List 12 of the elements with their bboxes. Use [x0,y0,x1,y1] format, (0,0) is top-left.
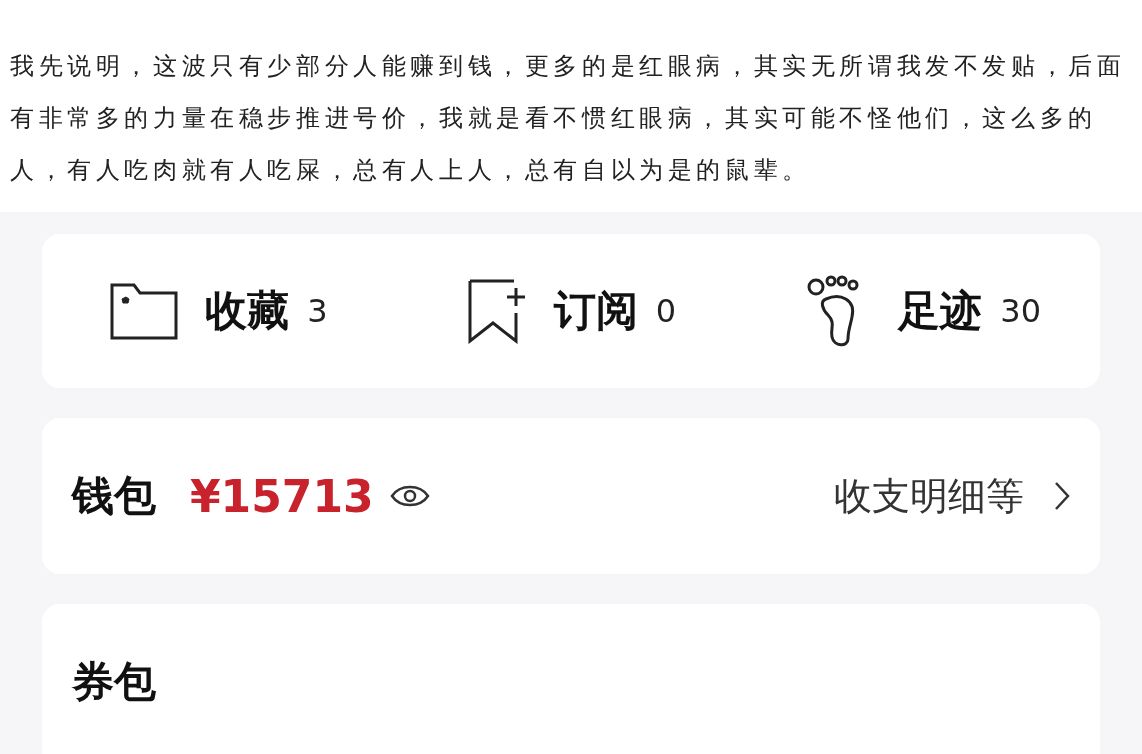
coupons-label: 券包 [72,656,156,708]
shortcut-count: 0 [655,292,677,330]
shortcut-count: 3 [307,292,328,330]
post-text: 我先说明，这波只有少部分人能赚到钱，更多的是红眼病，其实无所谓我发不发贴，后面有非常多的力量在稳步推进号价，我就是看不惯红眼病，其实可能不怪他们，这么多的人，有人吃肉就有人吃屎，总有人上人，总有自以为是的鼠辈。 [9,51,1127,186]
chevron-right-icon [1054,481,1070,511]
wallet-amount: ¥15713 [190,470,374,522]
shortcut-label[interactable]: 订阅 [553,283,638,339]
shortcut-count: 30 [1000,292,1042,330]
wallet-details-link[interactable]: 收支明细等 [834,470,1070,522]
wallet-label: 钱包 [72,470,156,522]
shortcut-label[interactable]: 足迹 [898,283,983,339]
shortcut-label[interactable]: 收藏 [205,283,290,339]
